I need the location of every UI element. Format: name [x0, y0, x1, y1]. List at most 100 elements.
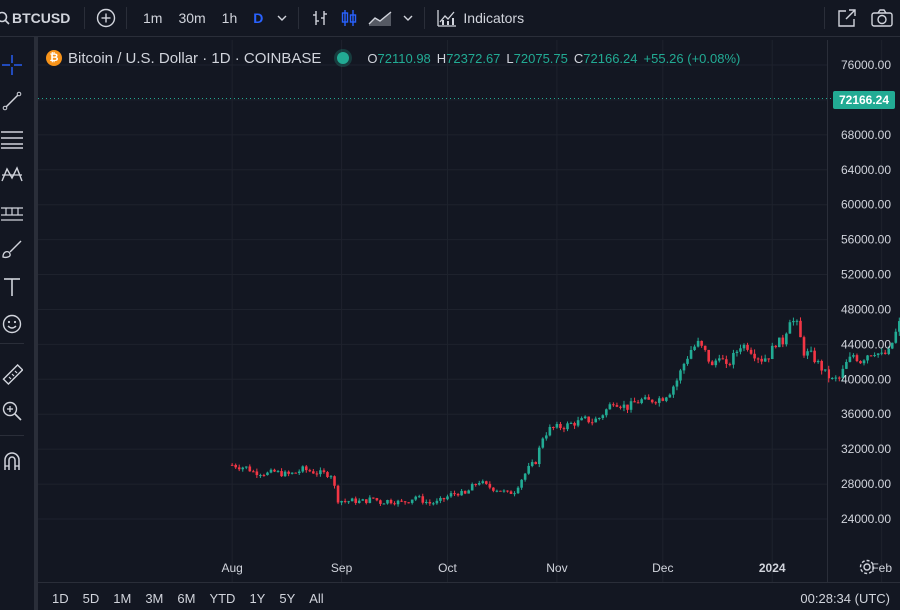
pattern-tool[interactable] — [0, 163, 24, 187]
candle-body — [435, 500, 439, 504]
indicators-button[interactable]: Indicators — [431, 0, 530, 36]
change-value: +55.26 (+0.08%) — [643, 50, 741, 66]
candle-body — [273, 469, 276, 472]
candle-body — [633, 401, 636, 403]
text-tool[interactable] — [0, 275, 24, 299]
candle-body — [696, 340, 700, 347]
candle-body — [304, 466, 308, 471]
candle-body — [470, 484, 474, 491]
divider — [126, 7, 127, 29]
high-label: H — [436, 50, 447, 66]
candles-style-button[interactable] — [334, 0, 363, 36]
candle-body — [774, 345, 778, 348]
time-axis: AugSepOctNovDec2024FebMar — [221, 561, 892, 575]
time-tick-label: Dec — [652, 561, 673, 575]
candle-body — [386, 499, 389, 504]
candle-body — [485, 481, 488, 484]
candle-body — [883, 352, 887, 354]
price-tick-label: 44000.00 — [841, 337, 891, 351]
candle-body — [597, 418, 601, 420]
candle-body — [739, 348, 742, 352]
candle-body — [862, 360, 866, 364]
ruler-lines-icon — [1, 207, 23, 221]
fullscreen-button[interactable] — [831, 0, 864, 36]
candle-body — [276, 471, 280, 473]
symbol-title[interactable]: Bitcoin / U.S. Dollar · 1D · COINBASE — [68, 50, 321, 67]
area-chart-icon — [368, 11, 392, 26]
icon-tool[interactable] — [0, 312, 24, 336]
measure-tool[interactable] — [0, 363, 24, 387]
range-6m[interactable]: 6M — [170, 591, 202, 606]
candle-body — [347, 501, 350, 503]
candle-body — [255, 471, 259, 476]
ruler-icon — [2, 364, 23, 386]
compare-add-button[interactable] — [91, 0, 120, 36]
divider — [0, 435, 24, 436]
price-tick-label: 64000.00 — [841, 163, 891, 177]
candle-body — [244, 466, 248, 468]
magnet-tool[interactable] — [0, 449, 24, 473]
area-style-button[interactable] — [363, 0, 397, 36]
candle-body — [492, 487, 495, 491]
candle-body — [396, 500, 400, 505]
symbol-search[interactable]: BTCUSD — [0, 0, 70, 36]
candle-body — [537, 447, 541, 465]
candle-body — [407, 502, 410, 504]
candle-body — [626, 404, 629, 410]
candle-body — [834, 377, 838, 379]
candle-body — [488, 483, 492, 488]
candle-body — [259, 475, 262, 477]
range-1m[interactable]: 1M — [106, 591, 138, 606]
range-1d[interactable]: 1D — [38, 591, 76, 606]
candle-body — [506, 490, 509, 492]
fib-retracement-tool[interactable] — [0, 127, 24, 151]
candle-body — [629, 401, 633, 410]
candle-body — [852, 355, 855, 357]
candle-body — [234, 464, 237, 468]
candle-body — [477, 483, 481, 485]
high-value: 72372.67 — [446, 50, 501, 66]
crosshair-tool[interactable] — [0, 53, 24, 77]
chart-settings-button[interactable] — [858, 558, 876, 576]
candle-body — [657, 398, 661, 403]
screenshot-button[interactable] — [864, 0, 900, 36]
candle-body — [615, 405, 619, 407]
price-chart[interactable]: 24000.00 28000.00 32000.00 36000.00 40000.00… — [38, 40, 900, 610]
candle-body — [297, 471, 301, 474]
utc-clock[interactable]: 00:28:34 (UTC) — [800, 591, 890, 606]
time-tick-label: Oct — [438, 561, 457, 575]
range-5d[interactable]: 5D — [76, 591, 107, 606]
candle-body — [552, 426, 555, 428]
candle-body — [410, 499, 414, 503]
price-tick-label: 76000.00 — [841, 58, 891, 72]
candle-body — [668, 394, 672, 398]
chevron-down-icon — [277, 15, 287, 21]
timeframe-dropdown[interactable] — [271, 0, 292, 36]
candle-body — [336, 485, 340, 503]
bars-style-button[interactable] — [305, 0, 334, 36]
zoom-tool[interactable] — [0, 399, 24, 423]
time-tick-label: Nov — [546, 561, 567, 575]
timeframe-d[interactable]: D — [245, 0, 271, 36]
timeframe-30m[interactable]: 30m — [170, 0, 213, 36]
timeframe-1m[interactable]: 1m — [135, 0, 170, 36]
candle-body — [428, 501, 432, 504]
candle-body — [354, 498, 357, 503]
range-1y[interactable]: 1Y — [242, 591, 272, 606]
range-ytd[interactable]: YTD — [202, 591, 242, 606]
range-5y[interactable]: 5Y — [272, 591, 302, 606]
candle-body — [622, 404, 626, 408]
market-status-icon[interactable] — [337, 52, 350, 64]
forecast-tool[interactable] — [0, 200, 24, 224]
range-3m[interactable]: 3M — [138, 591, 170, 606]
candle-body — [894, 331, 898, 343]
text-icon — [4, 278, 20, 296]
candle-body — [414, 496, 418, 500]
brush-tool[interactable] — [0, 237, 24, 261]
range-all[interactable]: All — [302, 591, 330, 606]
price-tick-label: 40000.00 — [841, 372, 891, 386]
candle-body — [569, 423, 573, 425]
timeframe-1h[interactable]: 1h — [214, 0, 246, 36]
trend-line-tool[interactable] — [0, 89, 24, 113]
chart-style-dropdown[interactable] — [397, 0, 418, 36]
